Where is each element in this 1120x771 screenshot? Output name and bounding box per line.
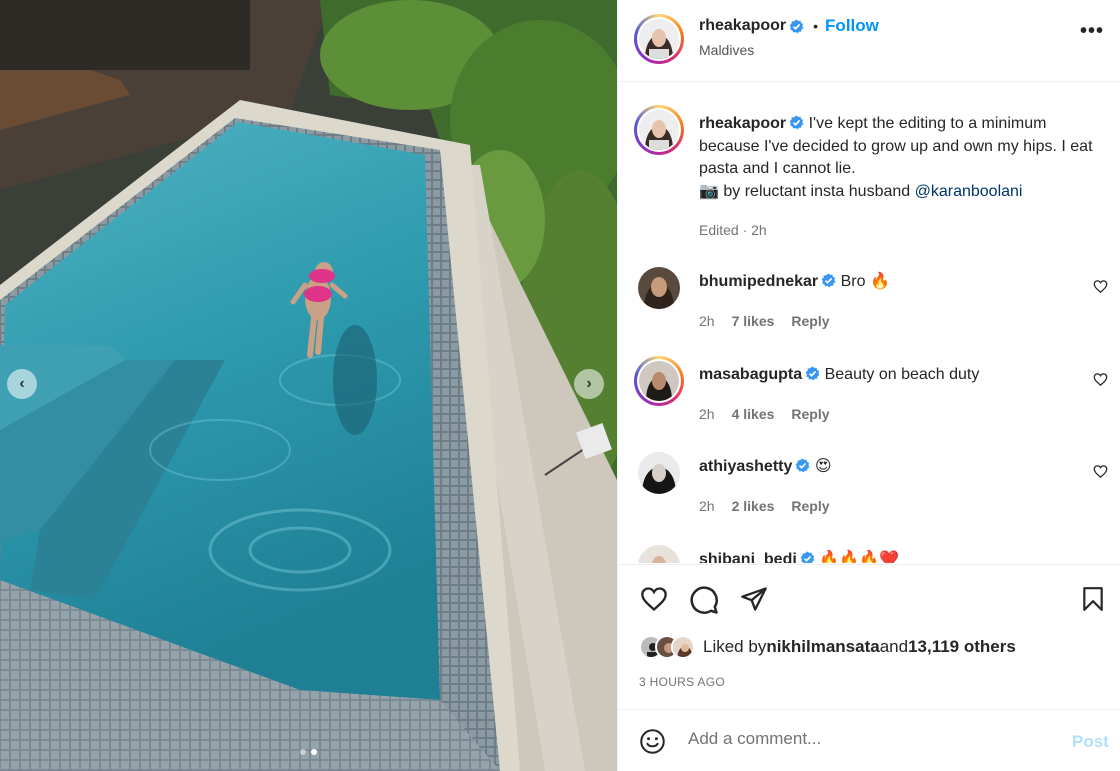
comment-likes[interactable]: 7 likes (732, 313, 775, 329)
comment-username[interactable]: shibani_bedi (699, 551, 797, 563)
comment-body: Beauty on beach duty (824, 366, 980, 383)
commenter-avatar[interactable] (638, 545, 680, 563)
comment-text-row: shibani_bedi 🔥🔥🔥❤️ (699, 549, 1079, 563)
comments-list[interactable]: rheakapoor I've kept the editing to a mi… (618, 83, 1120, 563)
author-avatar[interactable] (634, 14, 684, 64)
carousel-dot (311, 749, 317, 755)
verified-badge-icon (789, 115, 804, 130)
carousel-prev-button[interactable]: ‹ (7, 369, 37, 399)
more-options-icon[interactable]: ••• (1080, 20, 1104, 43)
mention-link[interactable]: @karanboolani (915, 183, 1023, 200)
comment-meta: 2h 7 likes Reply (699, 313, 830, 329)
comment-likes[interactable]: 4 likes (732, 406, 775, 422)
likes-count[interactable]: 13,119 others (908, 637, 1016, 657)
camera-emoji: 📷 (699, 182, 719, 200)
comment-time: 2h (699, 406, 715, 422)
comment-likes[interactable]: 2 likes (732, 498, 775, 514)
liker-avatars (639, 635, 695, 659)
share-icon[interactable] (739, 585, 769, 613)
commenter-avatar[interactable] (638, 267, 680, 309)
post-media[interactable]: ‹ › (0, 0, 617, 771)
post-photo (0, 0, 617, 771)
likes-summary[interactable]: Liked by nikhilmansata and 13,119 others (639, 635, 1016, 659)
likes-prefix: Liked by (703, 637, 767, 656)
reply-button[interactable]: Reply (791, 313, 829, 329)
caption-username[interactable]: rheakapoor (699, 115, 786, 132)
author-username[interactable]: rheakapoor (699, 17, 786, 35)
verified-badge-icon (805, 366, 820, 381)
comment-emoji: 🔥🔥🔥❤️ (819, 551, 899, 563)
comment-emoji: 🔥 (869, 273, 890, 290)
comment-time: 2h (699, 313, 715, 329)
comment-username[interactable]: bhumipednekar (699, 273, 818, 290)
post-timestamp: 3 HOURS AGO (639, 675, 725, 689)
heart-icon[interactable] (639, 585, 669, 613)
header-separator: • (813, 18, 819, 34)
commenter-avatar[interactable] (634, 356, 684, 406)
liker-avatar (671, 635, 695, 659)
comment-text-row: masabagupta Beauty on beach duty (699, 364, 1079, 386)
comment-like-heart-icon[interactable] (1093, 279, 1108, 294)
caption-credit: by reluctant insta husband (718, 182, 915, 200)
comment-username[interactable]: athiyashetty (699, 458, 792, 475)
verified-badge-icon (789, 18, 804, 33)
comment-item: shibani_bedi 🔥🔥🔥❤️ (618, 545, 1120, 563)
comment-icon[interactable] (689, 585, 719, 615)
verified-badge-icon (821, 273, 836, 288)
caption-avatar[interactable] (634, 105, 684, 155)
caption-edited-time: Edited · 2h (699, 222, 767, 238)
carousel-dot (300, 749, 306, 755)
comment-like-heart-icon[interactable] (1093, 372, 1108, 387)
post-actions: Liked by nikhilmansata and 13,119 others… (618, 564, 1120, 709)
comment-text-row: bhumipednekar Bro 🔥 (699, 271, 1079, 293)
post-comment-button[interactable]: Post (1072, 732, 1109, 752)
follow-button[interactable]: Follow (825, 16, 879, 36)
bookmark-icon[interactable] (1080, 585, 1106, 613)
carousel-next-button[interactable]: › (574, 369, 604, 399)
post-side-panel: rheakapoor • Follow Maldives ••• rheakap… (617, 0, 1120, 771)
comment-body: Bro (840, 273, 866, 290)
comment-meta: 2h 4 likes Reply (699, 406, 830, 422)
chevron-right-icon: › (586, 375, 592, 392)
carousel-dots (0, 749, 617, 755)
reply-button[interactable]: Reply (791, 406, 829, 422)
comment-like-heart-icon[interactable] (1093, 464, 1108, 479)
instagram-post-modal: ‹ › rheakapoor • Follow Maldives ••• rhe… (0, 0, 1120, 771)
commenter-avatar[interactable] (638, 452, 680, 494)
likes-mid: and (879, 637, 909, 656)
comment-input[interactable] (688, 729, 1048, 749)
reply-button[interactable]: Reply (791, 498, 829, 514)
post-location[interactable]: Maldives (699, 42, 754, 58)
emoji-icon[interactable] (639, 728, 666, 755)
verified-badge-icon (800, 551, 815, 563)
chevron-left-icon: ‹ (19, 375, 25, 392)
comment-item: bhumipednekar Bro 🔥 2h 7 likes Reply (618, 267, 1120, 347)
comment-text-row: athiyashetty 😍 (699, 456, 1079, 478)
comment-item: masabagupta Beauty on beach duty 2h 4 li… (618, 356, 1120, 440)
post-header: rheakapoor • Follow Maldives ••• (618, 0, 1120, 82)
comment-username[interactable]: masabagupta (699, 366, 802, 383)
add-comment-bar: Post (618, 709, 1120, 771)
header-username-row: rheakapoor • Follow (699, 16, 879, 36)
comment-item: athiyashetty 😍 2h 2 likes Reply (618, 452, 1120, 532)
comment-time: 2h (699, 498, 715, 514)
comment-emoji: 😍 (814, 458, 832, 475)
likes-user[interactable]: nikhilmansata (766, 637, 879, 657)
comment-meta: 2h 2 likes Reply (699, 498, 830, 514)
verified-badge-icon (796, 458, 810, 473)
post-caption: rheakapoor I've kept the editing to a mi… (699, 113, 1109, 203)
